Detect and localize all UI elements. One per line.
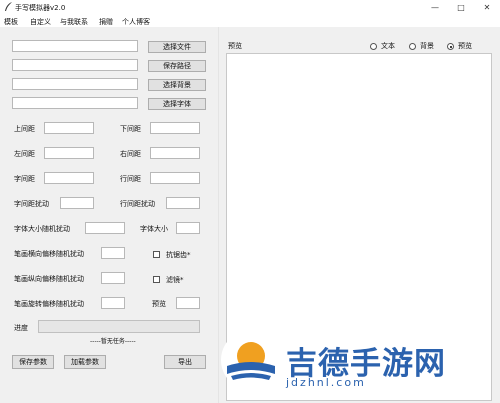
progress-bar	[38, 320, 200, 333]
menu-donate[interactable]: 捐赠	[99, 17, 113, 27]
font-size-jitter-label: 字体大小随机扰动	[14, 225, 70, 233]
top-margin-input[interactable]	[44, 122, 94, 134]
radio-text-label: 文本	[381, 42, 395, 50]
line-spacing-jitter-input[interactable]	[166, 197, 200, 209]
task-status: -----暂无任务-----	[90, 338, 136, 345]
filter-label: 滤镜*	[166, 276, 184, 284]
save-path-input[interactable]	[12, 59, 138, 71]
bottom-margin-input[interactable]	[150, 122, 200, 134]
preview-title: 预览	[228, 42, 242, 50]
select-background-button[interactable]: 选择背景	[148, 79, 206, 91]
right-margin-label: 右间距	[120, 150, 141, 158]
stroke-v-jitter-input[interactable]	[101, 272, 125, 284]
save-path-button[interactable]: 保存路径	[148, 60, 206, 72]
load-params-button[interactable]: 加载参数	[64, 355, 106, 369]
radio-preview-label: 预览	[458, 42, 472, 50]
close-button[interactable]: ✕	[474, 0, 500, 15]
preview-count-label: 预览	[152, 300, 166, 308]
font-size-jitter-input[interactable]	[85, 222, 125, 234]
left-margin-label: 左间距	[14, 150, 35, 158]
antialias-checkbox[interactable]	[153, 251, 160, 258]
stroke-v-jitter-label: 笔画纵向偏移随机扰动	[14, 275, 84, 283]
maximize-button[interactable]: □	[448, 0, 474, 15]
radio-text[interactable]	[370, 43, 377, 50]
char-spacing-jitter-label: 字间距扰动	[14, 200, 49, 208]
stroke-h-jitter-input[interactable]	[101, 247, 125, 259]
font-size-input[interactable]	[176, 222, 200, 234]
filter-checkbox[interactable]	[153, 276, 160, 283]
menu-contact[interactable]: 与我联系	[60, 17, 88, 27]
watermark-logo	[221, 330, 281, 390]
char-spacing-label: 字间距	[14, 175, 35, 183]
right-margin-input[interactable]	[150, 147, 200, 159]
panel-divider	[218, 27, 219, 403]
select-file-button[interactable]: 选择文件	[148, 41, 206, 53]
window-title: 手写模拟器v2.0	[15, 4, 66, 12]
minimize-button[interactable]: —	[422, 0, 448, 15]
progress-label: 进度	[14, 324, 28, 332]
radio-preview[interactable]	[447, 43, 454, 50]
radio-background[interactable]	[409, 43, 416, 50]
line-spacing-input[interactable]	[150, 172, 200, 184]
bottom-margin-label: 下间距	[120, 125, 141, 133]
top-margin-label: 上间距	[14, 125, 35, 133]
font-size-label: 字体大小	[140, 225, 168, 233]
menu-blog[interactable]: 个人博客	[122, 17, 150, 27]
feather-pen-icon	[5, 2, 12, 11]
export-button[interactable]: 导出	[164, 355, 206, 369]
stroke-h-jitter-label: 笔画横向偏移随机扰动	[14, 250, 84, 258]
menu-custom[interactable]: 自定义	[30, 17, 51, 27]
save-params-button[interactable]: 保存参数	[12, 355, 54, 369]
left-margin-input[interactable]	[44, 147, 94, 159]
file-path-input[interactable]	[12, 40, 138, 52]
menu-templates[interactable]: 模板	[4, 17, 18, 27]
radio-background-label: 背景	[420, 42, 434, 50]
antialias-label: 抗锯齿*	[166, 251, 191, 259]
sunrise-icon	[223, 332, 279, 388]
char-spacing-jitter-input[interactable]	[60, 197, 94, 209]
line-spacing-label: 行间距	[120, 175, 141, 183]
stroke-rot-jitter-label: 笔画旋转偏移随机扰动	[14, 300, 84, 308]
select-font-button[interactable]: 选择字体	[148, 98, 206, 110]
char-spacing-input[interactable]	[44, 172, 94, 184]
stroke-rot-jitter-input[interactable]	[101, 297, 125, 309]
background-path-input[interactable]	[12, 78, 138, 90]
font-path-input[interactable]	[12, 97, 138, 109]
line-spacing-jitter-label: 行间距扰动	[120, 200, 155, 208]
preview-count-input[interactable]	[176, 297, 200, 309]
watermark-url: jdzhnl.com	[286, 376, 366, 389]
